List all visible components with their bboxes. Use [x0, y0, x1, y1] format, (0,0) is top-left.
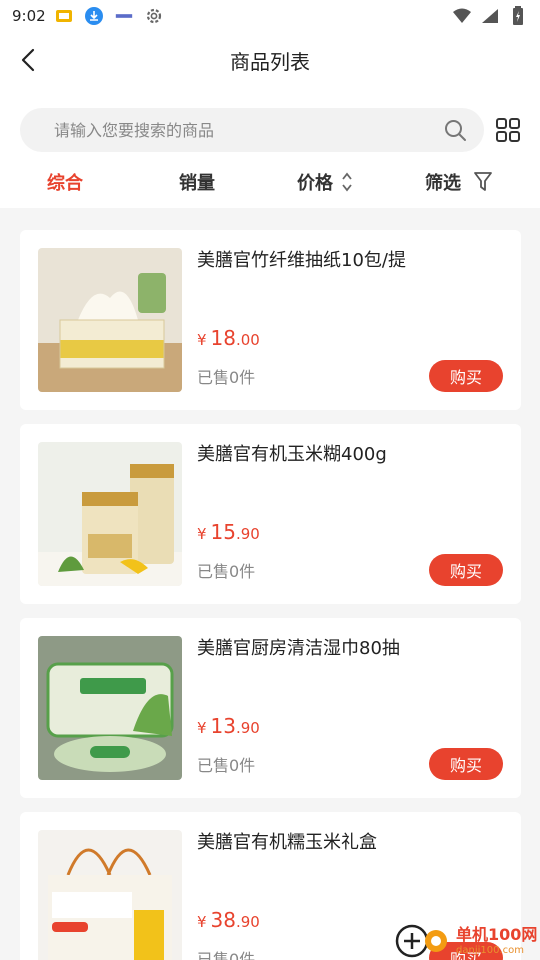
- status-bar: 9:02: [0, 0, 540, 32]
- filter-label: 筛选: [425, 173, 461, 194]
- price-decimal: .00: [236, 331, 260, 349]
- price-currency: ¥: [197, 913, 207, 931]
- search-box: [20, 108, 484, 152]
- gear-icon: [144, 7, 164, 25]
- download-icon: [84, 7, 104, 25]
- filter-bar: 综合 销量 价格 筛选: [0, 160, 540, 208]
- sort-arrows-icon: [342, 172, 352, 192]
- search-input[interactable]: [54, 120, 442, 140]
- sold-count: 已售0件: [197, 756, 256, 775]
- signal-icon: [480, 7, 500, 25]
- price-integer: 18: [210, 326, 236, 350]
- price-currency: ¥: [197, 331, 207, 349]
- wifi-icon: [452, 7, 472, 25]
- filter-label: 价格: [297, 173, 333, 194]
- sold-count: 已售0件: [197, 368, 256, 387]
- product-price: ¥ 15 .90: [197, 520, 260, 544]
- price-currency: ¥: [197, 719, 207, 737]
- product-image[interactable]: [38, 442, 182, 586]
- product-image[interactable]: [38, 636, 182, 780]
- app-badge-icon: [114, 7, 134, 25]
- filter-tab-price[interactable]: 价格: [297, 168, 353, 196]
- product-name[interactable]: 美膳官有机糯玉米礼盒: [197, 828, 377, 854]
- nav-bar: 商品列表: [0, 32, 540, 88]
- price-currency: ¥: [197, 525, 207, 543]
- back-button[interactable]: [14, 46, 42, 74]
- app-notification-icon: [54, 7, 74, 25]
- price-integer: 38: [210, 908, 236, 932]
- sold-count: 已售0件: [197, 950, 256, 960]
- watermark: 单机100网 danji100.com: [392, 916, 540, 960]
- filter-tab-sales[interactable]: 销量: [179, 168, 215, 196]
- product-price: ¥ 13 .90: [197, 714, 260, 738]
- product-name[interactable]: 美膳官厨房清洁湿巾80抽: [197, 634, 400, 660]
- grid-view-icon[interactable]: [494, 116, 522, 144]
- product-name[interactable]: 美膳官竹纤维抽纸10包/提: [197, 246, 406, 272]
- battery-icon: [508, 6, 528, 25]
- product-name[interactable]: 美膳官有机玉米糊400g: [197, 440, 387, 466]
- buy-button[interactable]: 购买: [429, 360, 503, 392]
- page-title: 商品列表: [230, 49, 310, 74]
- product-image[interactable]: [38, 248, 182, 392]
- price-integer: 13: [210, 714, 236, 738]
- filter-label: 综合: [47, 173, 83, 194]
- status-time: 9:02: [12, 7, 46, 25]
- filter-funnel-icon: [474, 172, 492, 191]
- filter-tab-filter[interactable]: 筛选: [425, 168, 493, 196]
- product-card[interactable]: 美膳官有机玉米糊400g ¥ 15 .90 已售0件 购买: [20, 424, 521, 604]
- filter-tab-comprehensive[interactable]: 综合: [47, 168, 83, 196]
- watermark-title: 单机100网: [456, 924, 538, 944]
- filter-label: 销量: [179, 173, 215, 194]
- product-list: 美膳官竹纤维抽纸10包/提 ¥ 18 .00 已售0件 购买 美膳官有机玉米糊4…: [20, 230, 521, 960]
- price-decimal: .90: [236, 913, 260, 931]
- buy-button[interactable]: 购买: [429, 748, 503, 780]
- product-price: ¥ 18 .00: [197, 326, 260, 350]
- price-decimal: .90: [236, 525, 260, 543]
- buy-button[interactable]: 购买: [429, 554, 503, 586]
- product-card[interactable]: 美膳官厨房清洁湿巾80抽 ¥ 13 .90 已售0件 购买: [20, 618, 521, 798]
- search-area: [0, 88, 540, 160]
- chevron-left-icon: [21, 48, 35, 72]
- search-icon[interactable]: [442, 117, 468, 143]
- product-price: ¥ 38 .90: [197, 908, 260, 932]
- product-card[interactable]: 美膳官竹纤维抽纸10包/提 ¥ 18 .00 已售0件 购买: [20, 230, 521, 410]
- sold-count: 已售0件: [197, 562, 256, 581]
- price-integer: 15: [210, 520, 236, 544]
- watermark-url: danji100.com: [456, 944, 524, 956]
- watermark-logo: [395, 924, 447, 958]
- price-decimal: .90: [236, 719, 260, 737]
- product-image[interactable]: [38, 830, 182, 960]
